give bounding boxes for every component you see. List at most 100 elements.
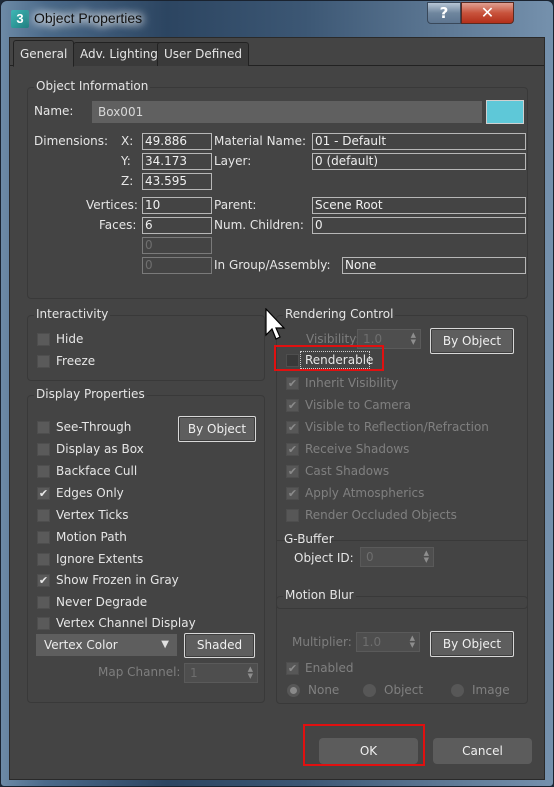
spinner-arrows-icon[interactable]: ▲ ▼	[424, 550, 429, 564]
map-channel-spinner[interactable]: 1 ▲ ▼	[184, 663, 258, 683]
gbuffer-title: G-Buffer	[284, 532, 334, 546]
radio-button	[451, 683, 464, 697]
parent-field: Scene Root	[312, 197, 526, 214]
rendering-option-checkbox[interactable]: Render Occluded Objects	[286, 507, 457, 523]
checkbox-box	[37, 552, 50, 566]
multiplier-label: Multiplier:	[292, 635, 352, 649]
checkbox-box	[286, 508, 299, 522]
enabled-label: Enabled	[305, 661, 354, 675]
display-option-checkbox[interactable]: Display as Box	[37, 441, 144, 457]
shaded-button[interactable]: Shaded	[184, 633, 255, 658]
parent-label: Parent:	[214, 198, 257, 212]
display-option-label: Edges Only	[56, 486, 124, 500]
rendering-option-label: Inherit Visibility	[305, 376, 399, 390]
rendering-by-object-button[interactable]: By Object	[430, 328, 514, 354]
display-option-checkbox[interactable]: Ignore Extents	[37, 551, 143, 567]
dimension-y-field: 34.173	[142, 153, 212, 170]
display-option-checkbox[interactable]: Vertex Channel Display	[37, 615, 196, 631]
rendering-option-label: Apply Atmospherics	[305, 486, 425, 500]
window-title: Object Properties	[34, 10, 143, 26]
num-children-field: 0	[312, 217, 526, 234]
visibility-label: Visibility:	[306, 332, 360, 346]
display-option-checkbox[interactable]: Never Degrade	[37, 594, 147, 610]
rendering-option-checkbox[interactable]: ✔ Apply Atmospherics	[286, 485, 424, 501]
cancel-button[interactable]: Cancel	[433, 738, 532, 764]
checkmark-icon: ✔	[286, 398, 299, 412]
material-name-label: Material Name:	[214, 134, 307, 148]
material-name-field: 01 - Default	[312, 133, 526, 150]
close-button[interactable]: ✕	[461, 2, 514, 24]
x-label: X:	[121, 134, 134, 148]
visibility-value: 1.0	[363, 332, 383, 346]
faces-field: 6	[142, 217, 212, 234]
display-by-object-button[interactable]: By Object	[178, 416, 256, 442]
motion-blur-title: Motion Blur	[283, 588, 356, 602]
layer-field: 0 (default)	[312, 153, 526, 170]
display-option-checkbox[interactable]: Vertex Ticks	[37, 507, 128, 523]
display-option-label: Ignore Extents	[56, 552, 144, 566]
radio-button	[363, 683, 376, 697]
rendering-option-label: Render Occluded Objects	[305, 508, 457, 522]
display-option-checkbox[interactable]: Backface Cull	[37, 463, 137, 479]
interactivity-title: Interactivity	[34, 307, 111, 321]
vertex-channel-dropdown[interactable]: Vertex Color ▼	[36, 634, 177, 656]
radio-button	[287, 683, 300, 697]
display-option-label: Motion Path	[56, 530, 127, 544]
object-id-spinner[interactable]: 0 ▲ ▼	[360, 547, 434, 567]
freeze-checkbox[interactable]: Freeze	[37, 353, 95, 369]
radio-image-label: Image	[472, 683, 510, 697]
enabled-checkbox[interactable]: ✔ Enabled	[286, 660, 354, 676]
display-option-checkbox[interactable]: ✔ Edges Only	[37, 485, 124, 501]
vertices-label: Vertices:	[86, 198, 138, 212]
radio-image[interactable]: Image	[451, 682, 510, 698]
rendering-option-checkbox[interactable]: ✔ Receive Shadows	[286, 441, 409, 457]
checkbox-box	[37, 616, 50, 630]
display-option-checkbox[interactable]: See-Through	[37, 419, 131, 435]
close-icon: ✕	[480, 3, 495, 22]
rendering-option-label: Visible to Camera	[305, 398, 411, 412]
display-option-label: Vertex Channel Display	[56, 616, 196, 630]
dimension-z-field: 43.595	[142, 173, 212, 190]
checkbox-box	[37, 442, 50, 456]
rendering-option-checkbox[interactable]: ✔ Visible to Reflection/Refraction	[286, 419, 489, 435]
tab-general[interactable]: General	[13, 40, 75, 67]
checkmark-icon: ✔	[37, 486, 50, 500]
tab-user-defined[interactable]: User Defined	[157, 42, 249, 66]
checkbox-box	[37, 508, 50, 522]
radio-object-label: Object	[384, 683, 424, 697]
rendering-option-label: Visible to Reflection/Refraction	[305, 420, 489, 434]
motion-blur-by-object-button[interactable]: By Object	[430, 631, 514, 657]
help-button[interactable]: ?	[427, 2, 461, 24]
checkbox-box	[37, 420, 50, 434]
object-properties-window: 3 Object Properties ? ✕ General Adv. Lig…	[0, 0, 554, 787]
radio-none-label: None	[308, 683, 340, 697]
spinner-arrows-icon[interactable]: ▲ ▼	[411, 332, 416, 346]
object-information-title: Object Information	[34, 79, 151, 93]
rendering-option-checkbox[interactable]: ✔ Visible to Camera	[286, 397, 411, 413]
hide-checkbox[interactable]: Hide	[37, 331, 83, 347]
display-option-label: Backface Cull	[56, 464, 138, 478]
display-option-checkbox[interactable]: Motion Path	[37, 529, 127, 545]
display-option-checkbox[interactable]: ✔ Show Frozen in Gray	[37, 572, 179, 588]
spinner-arrows-icon[interactable]: ▲ ▼	[410, 635, 415, 649]
title-bar[interactable]: 3 Object Properties ? ✕	[1, 1, 553, 37]
rendering-option-checkbox[interactable]: ✔ Inherit Visibility	[286, 375, 398, 391]
num-children-label: Num. Children:	[214, 218, 304, 232]
tab-adv-lighting[interactable]: Adv. Lighting	[73, 42, 165, 66]
multiplier-spinner[interactable]: 1.0 ▲ ▼	[356, 632, 420, 652]
checkmark-icon: ✔	[286, 376, 299, 390]
radio-object[interactable]: Object	[363, 682, 423, 698]
in-group-field: None	[342, 257, 526, 274]
rendering-option-checkbox[interactable]: ✔ Cast Shadows	[286, 463, 389, 479]
radio-none[interactable]: None	[287, 682, 339, 698]
multiplier-value: 1.0	[362, 635, 382, 649]
hide-label: Hide	[56, 332, 84, 346]
object-color-swatch[interactable]	[486, 100, 524, 124]
extra-count-field-2: 0	[142, 257, 212, 274]
mouse-cursor-icon	[265, 308, 286, 340]
checkmark-icon: ✔	[286, 464, 299, 478]
name-input[interactable]: Box001	[92, 101, 482, 123]
rendering-option-label: Cast Shadows	[305, 464, 390, 478]
spinner-arrows-icon[interactable]: ▲ ▼	[248, 666, 253, 680]
interactivity-group: Interactivity	[27, 307, 265, 381]
